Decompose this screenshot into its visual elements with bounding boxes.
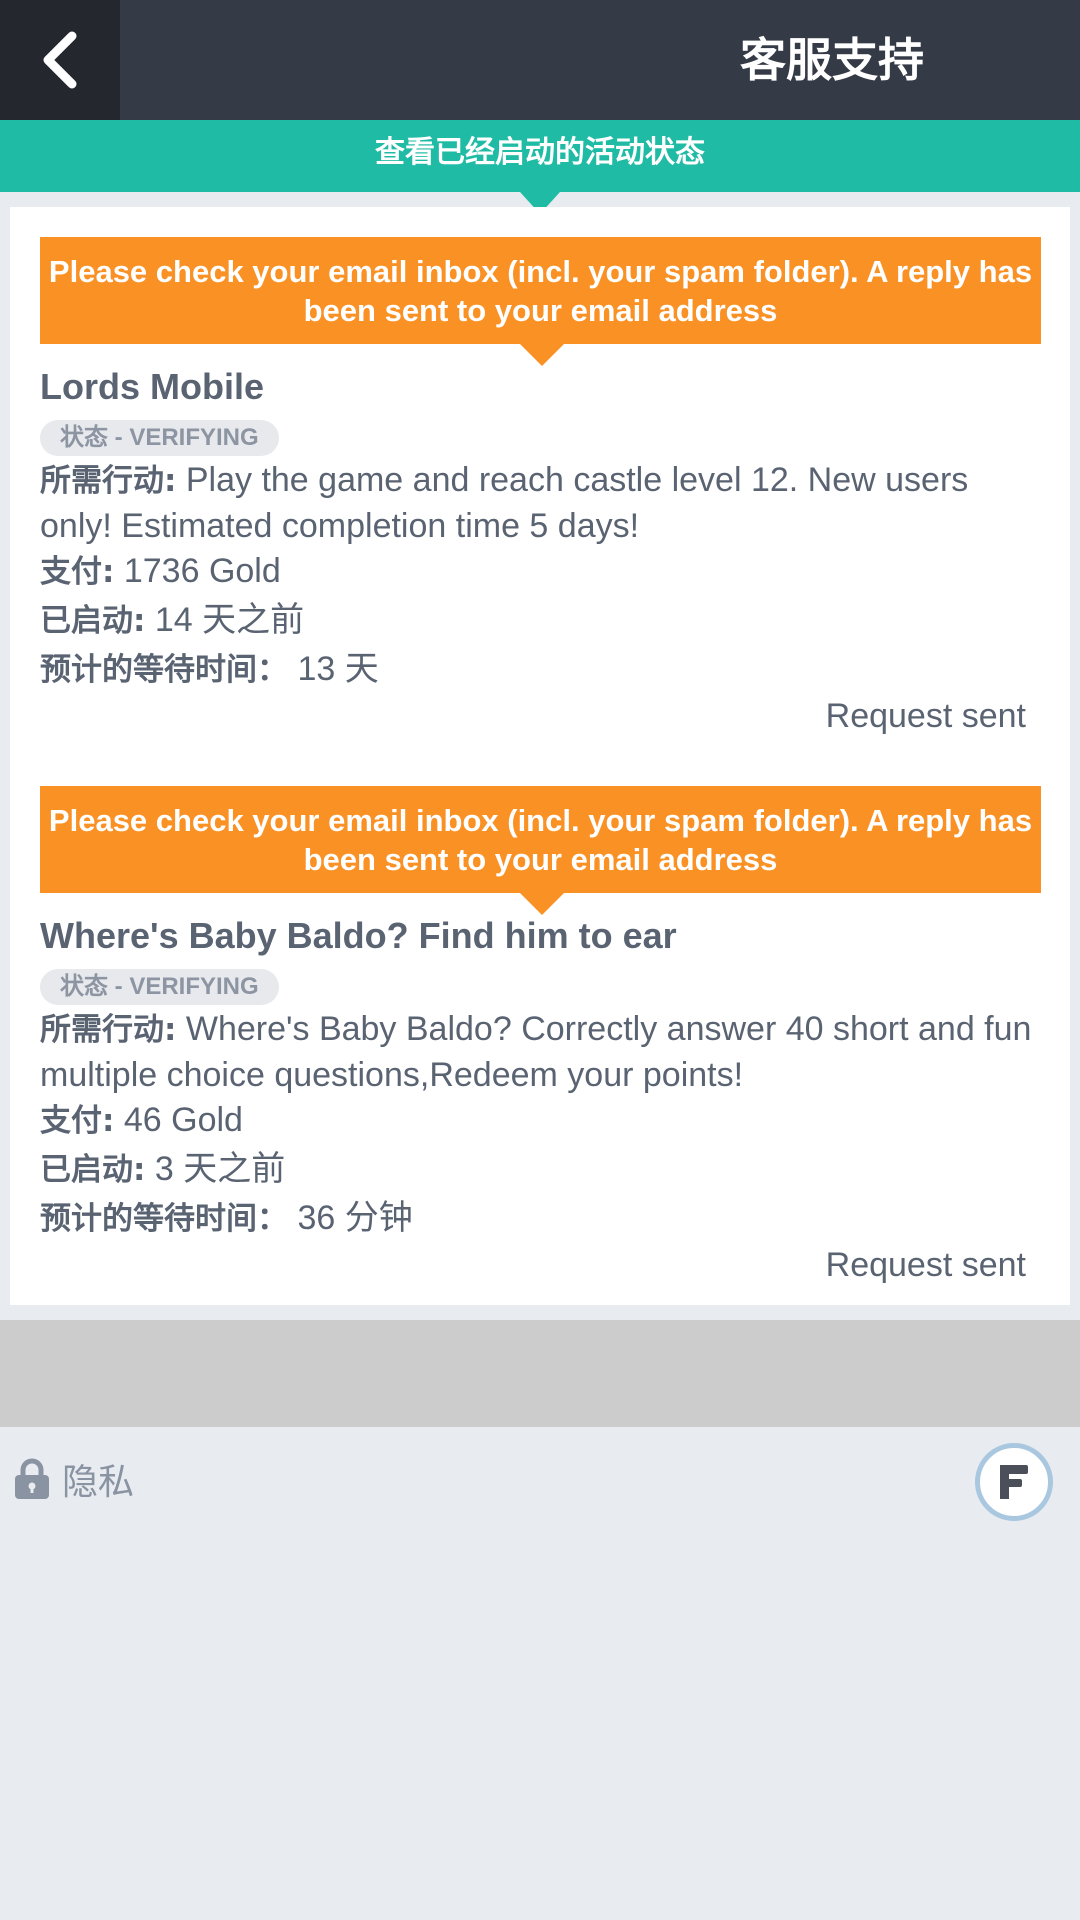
payout-row: 支付: 1736 Gold <box>40 549 1041 595</box>
payout-value: 46 Gold <box>123 1101 243 1139</box>
required-action-row: 所需行动: Where's Baby Baldo? Correctly answ… <box>40 1007 1041 1098</box>
email-notice-text: Please check your email inbox (incl. you… <box>48 803 1033 877</box>
chevron-left-icon <box>43 31 77 89</box>
payout-row: 支付: 46 Gold <box>40 1098 1041 1144</box>
status-badge: 状态 - VERIFYING <box>40 420 279 456</box>
page-title: 客服支持 <box>740 33 924 87</box>
payout-label: 支付: <box>40 1103 115 1139</box>
notice-pointer <box>520 893 564 915</box>
offers-panel: Please check your email inbox (incl. you… <box>10 207 1070 1305</box>
divider-band <box>0 1320 1080 1427</box>
started-value: 3 天之前 <box>154 1150 286 1188</box>
back-button[interactable] <box>0 0 120 120</box>
active-campaigns-status-bar: 查看已经启动的活动状态 <box>0 120 1080 192</box>
wait-time-value: 13 天 <box>297 650 379 688</box>
email-notice: Please check your email inbox (incl. you… <box>40 786 1041 915</box>
request-status: Request sent <box>825 697 1026 735</box>
started-label: 已启动: <box>40 1152 146 1188</box>
started-row: 已启动: 14 天之前 <box>40 598 1041 644</box>
offer-card: Please check your email inbox (incl. you… <box>40 786 1041 1284</box>
required-action-label: 所需行动: <box>40 1012 177 1048</box>
email-notice-text: Please check your email inbox (incl. you… <box>48 254 1033 328</box>
started-label: 已启动: <box>40 603 146 639</box>
required-action-row: 所需行动: Play the game and reach castle lev… <box>40 458 1041 549</box>
offer-title: Where's Baby Baldo? Find him to ear <box>40 915 677 956</box>
required-action-label: 所需行动: <box>40 463 177 499</box>
app-header: 客服支持 <box>0 0 1080 120</box>
started-row: 已启动: 3 天之前 <box>40 1147 1041 1193</box>
privacy-label: 隐私 <box>62 1462 135 1503</box>
required-action-value: Where's Baby Baldo? Correctly answer 40 … <box>40 1010 1032 1094</box>
wait-time-value: 36 分钟 <box>297 1199 413 1237</box>
offer-title: Lords Mobile <box>40 366 264 407</box>
privacy-link[interactable]: 隐私 <box>14 1454 134 1504</box>
brand-f-glyph <box>1000 1465 1028 1499</box>
request-status: Request sent <box>825 1246 1026 1284</box>
brand-f-icon[interactable] <box>975 1443 1053 1521</box>
offer-card: Please check your email inbox (incl. you… <box>40 237 1041 735</box>
lock-icon <box>15 1458 49 1499</box>
wait-time-label: 预计的等待时间： <box>40 652 288 688</box>
wait-time-row: 预计的等待时间： 13 天 <box>40 647 1041 693</box>
payout-label: 支付: <box>40 554 115 590</box>
started-value: 14 天之前 <box>154 601 305 639</box>
notice-pointer <box>520 344 564 366</box>
wait-time-label: 预计的等待时间： <box>40 1201 288 1237</box>
payout-value: 1736 Gold <box>123 552 281 590</box>
wait-time-row: 预计的等待时间： 36 分钟 <box>40 1196 1041 1242</box>
email-notice: Please check your email inbox (incl. you… <box>40 237 1041 366</box>
required-action-value: Play the game and reach castle level 12.… <box>40 461 969 545</box>
status-badge: 状态 - VERIFYING <box>40 969 279 1005</box>
